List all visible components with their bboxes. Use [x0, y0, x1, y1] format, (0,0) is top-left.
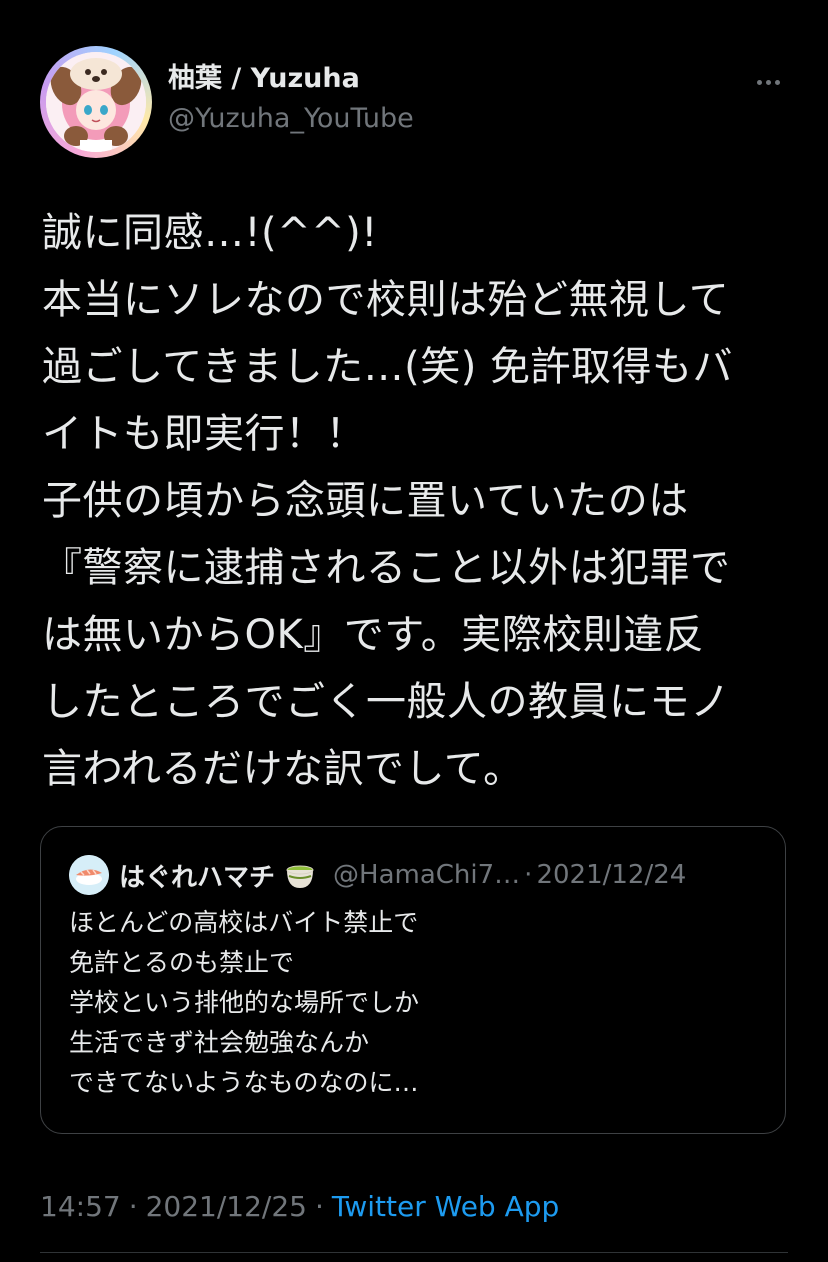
- author-info[interactable]: 柚葉 / Yuzuha @Yuzuha_YouTube: [168, 62, 414, 136]
- more-dot: [756, 79, 762, 85]
- sushi-avatar-icon: [69, 855, 109, 895]
- tweet-text: 誠に同感…!(^^)! 本当にソレなので校則は殆ど無視して 過ごしてきました…(…: [42, 210, 734, 792]
- anime-avatar-icon: [46, 52, 146, 152]
- tweet-source-link[interactable]: Twitter Web App: [332, 1190, 559, 1223]
- separator-dot: ·: [128, 1189, 138, 1223]
- quoted-tweet-card[interactable]: はぐれハマチ @HamaChi7… · 2021/12/24 ほとんどの高校はバ…: [40, 826, 786, 1134]
- author-avatar[interactable]: [40, 46, 152, 158]
- quoted-tweet-text: ほとんどの高校はバイト禁止で 免許とるのも禁止で 学校という排他的な場所でしか …: [69, 908, 420, 1097]
- quoted-author-name[interactable]: はぐれハマチ: [119, 857, 275, 894]
- tweet-date[interactable]: 2021/12/25: [146, 1190, 307, 1223]
- separator-dot: ·: [524, 860, 533, 890]
- more-options-icon[interactable]: [748, 68, 788, 96]
- quoted-author-handle[interactable]: @HamaChi7…: [333, 860, 520, 890]
- more-dot: [774, 79, 780, 85]
- quoted-tweet-header: はぐれハマチ @HamaChi7… · 2021/12/24: [69, 855, 686, 895]
- tweet-meta: 14:57 · 2021/12/25 · Twitter Web App: [40, 1184, 559, 1228]
- quoted-tweet-date[interactable]: 2021/12/24: [536, 860, 686, 890]
- divider: [40, 1252, 788, 1253]
- green-tea-icon: [281, 856, 319, 894]
- separator-dot: ·: [315, 1189, 324, 1223]
- tweet-time[interactable]: 14:57: [40, 1190, 121, 1223]
- more-dot: [765, 79, 771, 85]
- author-display-name[interactable]: 柚葉 / Yuzuha: [168, 62, 414, 96]
- author-handle[interactable]: @Yuzuha_YouTube: [168, 102, 414, 136]
- tweet-header: 柚葉 / Yuzuha @Yuzuha_YouTube: [40, 46, 788, 160]
